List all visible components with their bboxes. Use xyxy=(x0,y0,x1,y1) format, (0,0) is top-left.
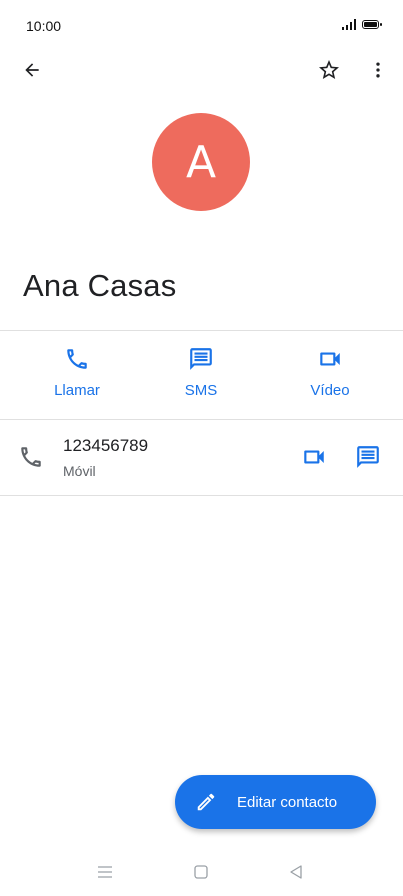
more-vert-icon xyxy=(376,62,380,78)
phone-number: 123456789 xyxy=(63,436,149,455)
phone-icon xyxy=(18,444,44,475)
call-action-label: Llamar xyxy=(54,382,100,399)
divider xyxy=(0,330,403,331)
edit-contact-button[interactable]: Editar contacto xyxy=(175,775,376,829)
edit-contact-label: Editar contacto xyxy=(237,793,338,811)
status-icons xyxy=(342,19,382,30)
divider xyxy=(0,495,403,496)
menu-icon xyxy=(98,866,112,878)
system-back-button[interactable] xyxy=(284,860,308,884)
system-nav-bar xyxy=(0,848,403,896)
battery-icon xyxy=(362,20,382,29)
video-call-button[interactable] xyxy=(301,444,327,475)
arrow-back-icon xyxy=(25,63,39,77)
more-options-button[interactable] xyxy=(363,54,393,86)
send-message-button[interactable] xyxy=(355,444,381,475)
phone-type-label: Móvil xyxy=(63,463,96,479)
sms-action-label: SMS xyxy=(184,382,218,399)
favorite-button[interactable] xyxy=(311,54,347,86)
status-time: 10:00 xyxy=(26,18,62,34)
contact-avatar: A xyxy=(152,113,250,211)
sms-action-button[interactable]: SMS xyxy=(151,344,251,408)
signal-icon xyxy=(342,19,356,30)
pencil-icon xyxy=(195,791,217,813)
video-action-button[interactable]: Vídeo xyxy=(280,344,380,408)
video-action-label: Vídeo xyxy=(310,382,350,399)
top-app-bar xyxy=(0,52,403,88)
back-button[interactable] xyxy=(14,54,50,86)
video-icon xyxy=(304,450,324,464)
status-bar: 10:00 xyxy=(0,0,403,52)
triangle-back-icon xyxy=(290,865,302,879)
phone-number-row[interactable]: 123456789 Móvil xyxy=(0,420,403,494)
phone-icon xyxy=(64,344,90,374)
quick-actions: Llamar SMS Vídeo xyxy=(0,336,403,416)
square-icon xyxy=(194,865,208,879)
message-icon xyxy=(357,446,379,468)
recent-apps-button[interactable] xyxy=(93,860,117,884)
video-icon xyxy=(317,344,343,374)
message-icon xyxy=(188,344,214,374)
contact-name: Ana Casas xyxy=(23,268,177,303)
call-action-button[interactable]: Llamar xyxy=(27,344,127,408)
star-outline-icon xyxy=(319,60,339,79)
home-button[interactable] xyxy=(189,860,213,884)
